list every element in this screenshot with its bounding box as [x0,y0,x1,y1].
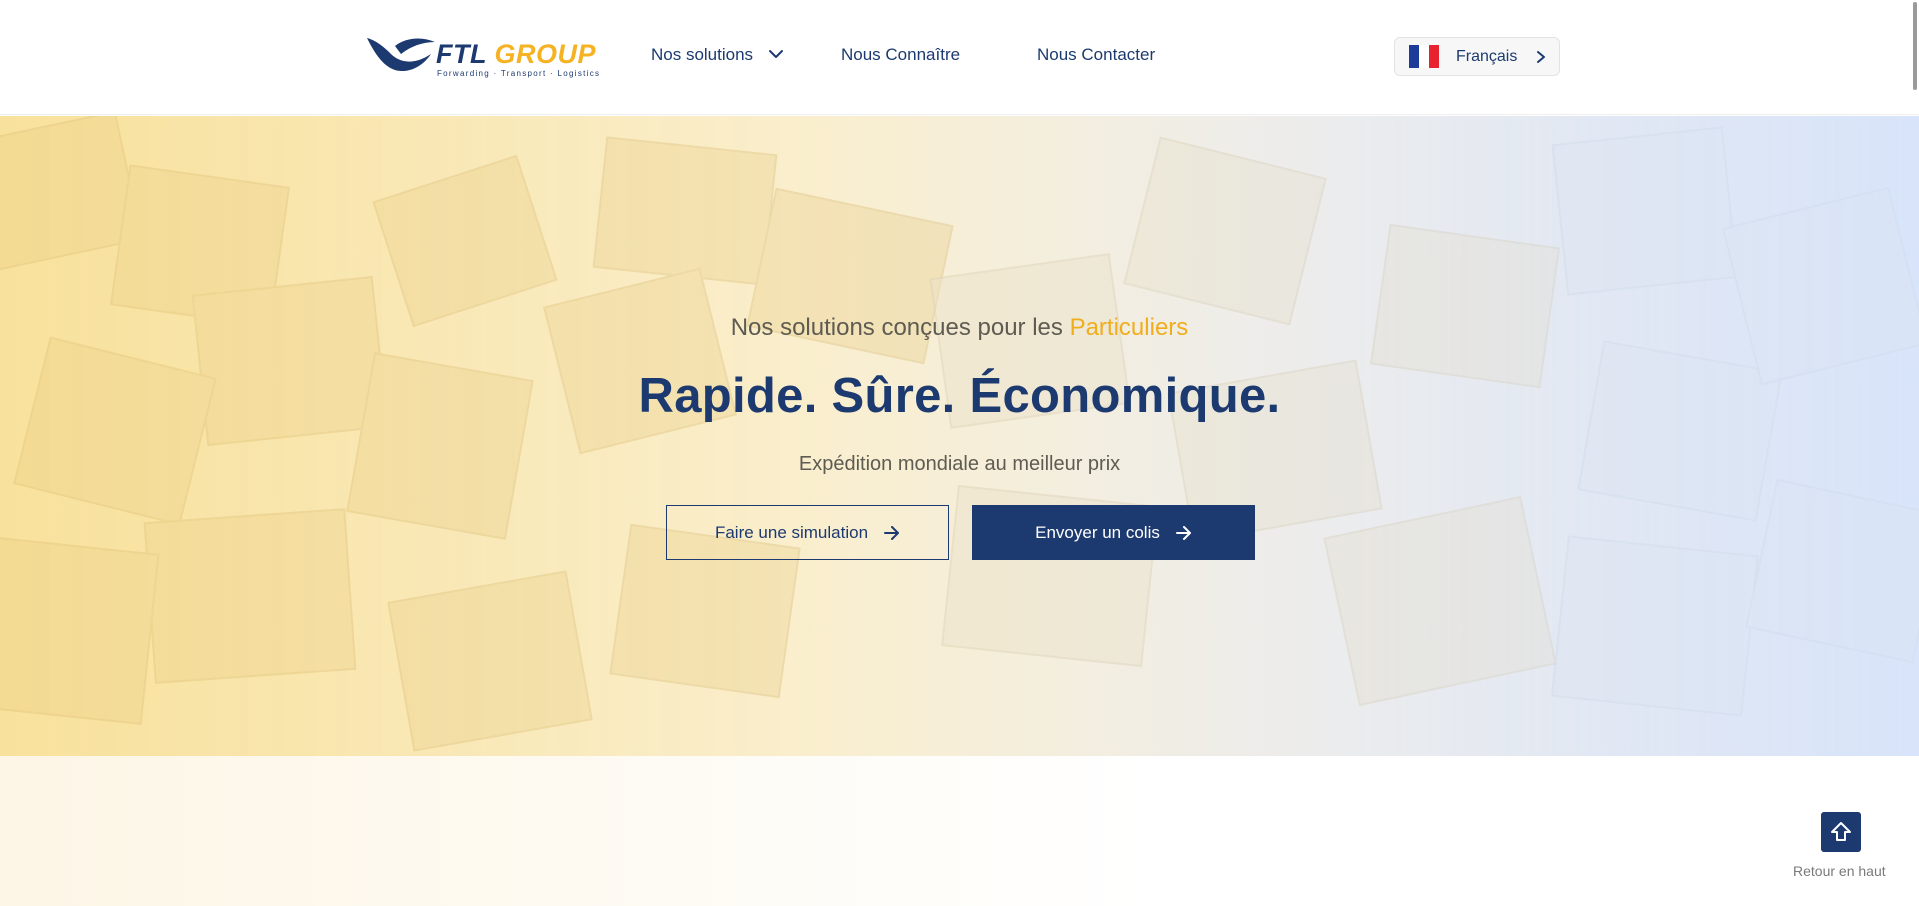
hero-subtitle-prefix: Nos solutions conçues pour les [730,314,1063,341]
hero-section: Nos solutions conçues pour les Particuli… [0,116,1919,756]
nav-item-solutions[interactable]: Nos solutions [651,45,784,65]
hero-subtitle-highlight: Particuliers [1069,314,1189,341]
hero-content: Nos solutions conçues pour les Particuli… [0,116,1919,756]
back-to-top-button[interactable] [1821,812,1861,852]
france-flag-icon [1409,45,1439,68]
chevron-down-icon [768,50,783,59]
brand-name-secondary: GROUP [494,39,597,69]
hero-tagline: Expédition mondiale au meilleur prix [798,453,1121,475]
back-to-top-label[interactable]: Retour en haut [1793,863,1886,879]
site-header: FTL GROUP Forwarding · Transport · Logis… [0,0,1919,115]
chevron-right-icon [1537,51,1545,63]
brand-name-primary: FTL [436,39,487,69]
brand-tagline: Forwarding · Transport · Logistics [437,69,601,78]
content-section [0,756,1919,906]
send-parcel-button[interactable]: Envoyer un colis [972,505,1255,560]
arrow-up-icon [1831,822,1851,841]
send-parcel-button-label: Envoyer un colis [1035,522,1160,542]
arrow-right-icon [884,525,900,540]
simulation-button[interactable]: Faire une simulation [666,505,949,560]
hero-title: Rapide. Sûre. Économique. [638,369,1281,423]
nav-item-contact[interactable]: Nous Contacter [1037,45,1155,65]
brand-name: FTL GROUP [436,39,596,70]
brand-logo[interactable]: FTL GROUP Forwarding · Transport · Logis… [365,32,599,82]
nav-item-solutions-label: Nos solutions [651,45,754,64]
hero-subtitle: Nos solutions conçues pour les Particuli… [0,314,1919,342]
simulation-button-label: Faire une simulation [714,522,869,542]
plane-logo-icon [367,38,435,72]
language-label: Français [1456,48,1518,65]
arrow-right-icon [1175,525,1192,540]
language-selector[interactable]: Français [1394,37,1560,76]
page-scrollbar[interactable] [1913,2,1917,90]
nav-item-about[interactable]: Nous Connaître [841,45,960,65]
